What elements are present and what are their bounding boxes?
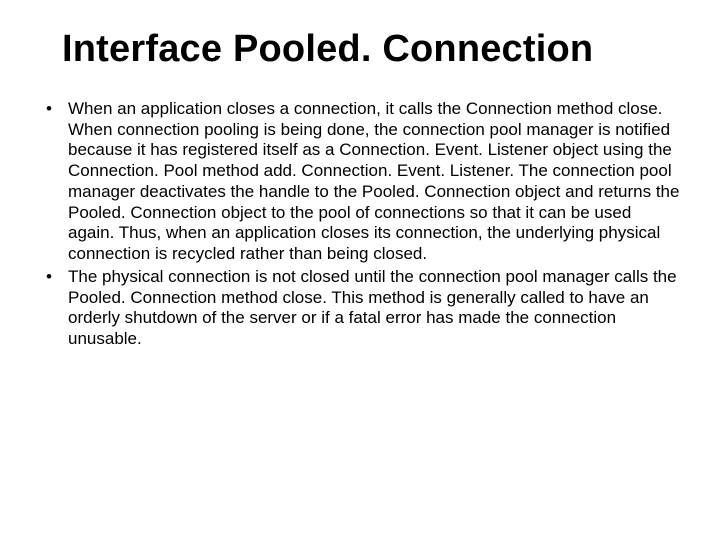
- list-item: When an application closes a connection,…: [40, 99, 680, 265]
- page-title: Interface Pooled. Connection: [62, 28, 680, 71]
- bullet-list: When an application closes a connection,…: [40, 99, 680, 350]
- slide: Interface Pooled. Connection When an app…: [0, 0, 720, 540]
- list-item: The physical connection is not closed un…: [40, 267, 680, 350]
